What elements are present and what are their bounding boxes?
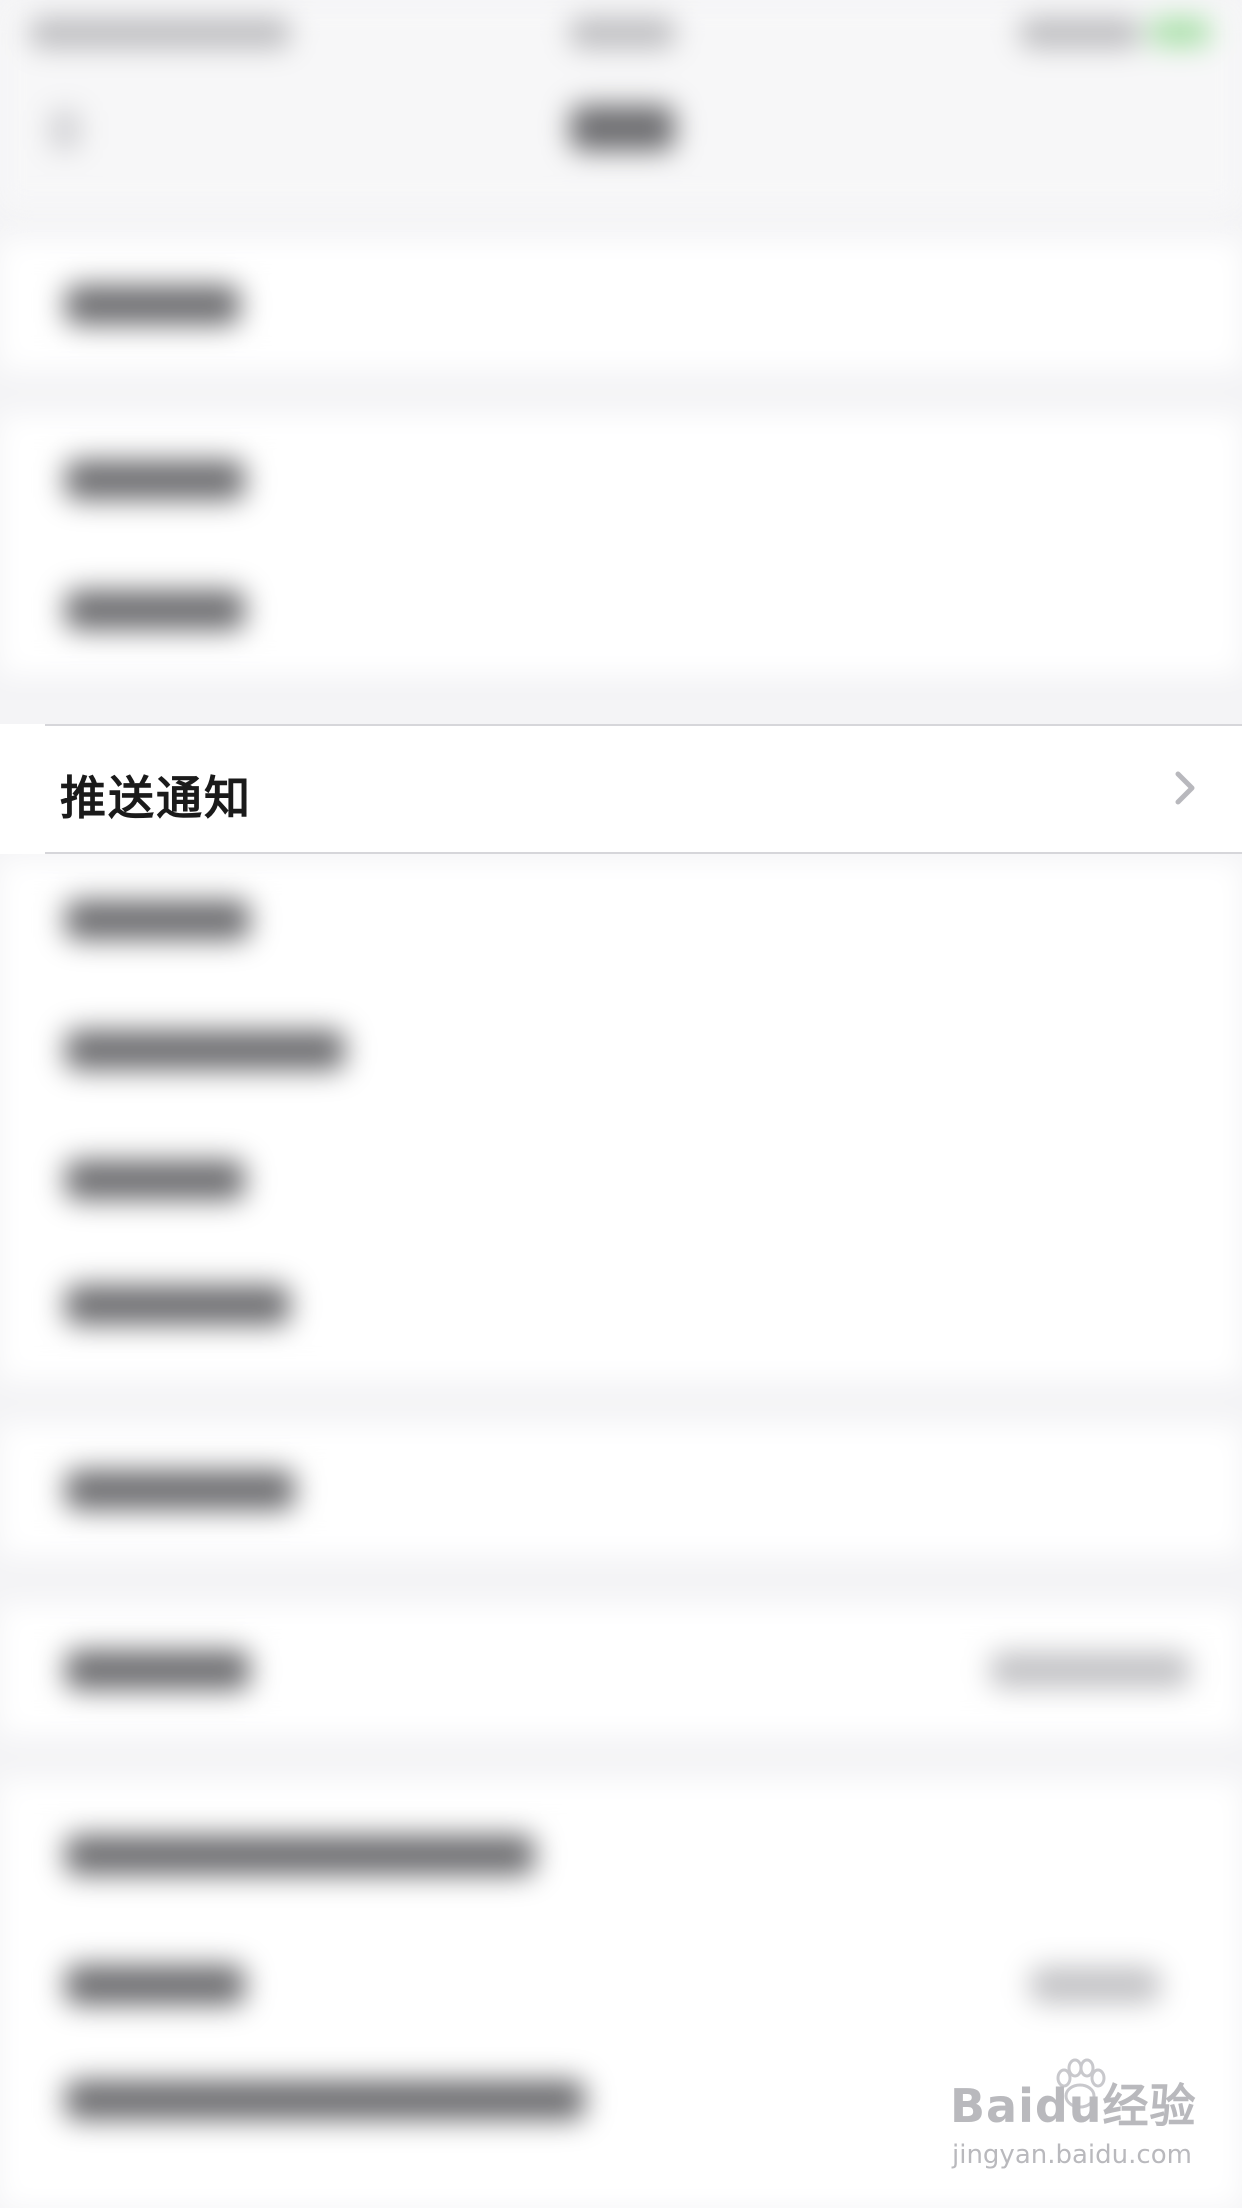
settings-screen: 推送通知 Baidu经验 jingyan.baidu.com — [0, 0, 1242, 2208]
push-notification-row[interactable]: 推送通知 — [0, 724, 1242, 854]
nav-bar — [0, 70, 1242, 210]
settings-group — [0, 415, 1242, 675]
back-icon — [50, 110, 80, 150]
settings-group — [0, 1605, 1242, 1735]
settings-group — [0, 240, 1242, 370]
baidu-watermark: Baidu经验 jingyan.baidu.com — [950, 2058, 1196, 2180]
blurred-background — [0, 0, 1242, 2208]
settings-group — [0, 860, 1242, 1380]
push-notification-label: 推送通知 — [60, 771, 252, 825]
watermark-url: jingyan.baidu.com — [952, 2140, 1192, 2170]
battery-icon — [1150, 18, 1210, 46]
chevron-right-icon — [1175, 771, 1195, 805]
separator — [45, 852, 1242, 854]
watermark-brand: Baidu经验 — [950, 2079, 1197, 2133]
settings-group — [0, 1425, 1242, 1555]
status-bar — [0, 0, 1242, 70]
separator — [45, 724, 1242, 726]
page-title — [570, 105, 675, 151]
